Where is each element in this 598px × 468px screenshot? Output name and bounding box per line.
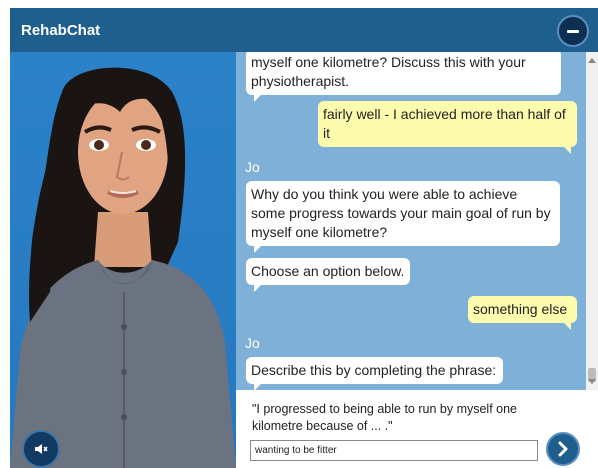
minimize-button[interactable] [557, 15, 589, 47]
scroll-up-icon[interactable] [588, 58, 596, 63]
bot-message: Choose an option below. [246, 258, 410, 292]
bot-message: Describe this by completing the phrase: [246, 357, 503, 390]
phrase-prompt: "I progressed to being able to run by my… [252, 402, 518, 433]
chevron-right-icon [558, 441, 568, 457]
chat-transcript: myself one kilometre? Discuss this with … [236, 52, 586, 390]
mute-button[interactable] [22, 430, 60, 468]
bot-message: Why do you think you were able to achiev… [246, 181, 560, 253]
chat-scrollbar[interactable] [586, 52, 598, 390]
minimize-icon [567, 29, 579, 33]
avatar-panel [10, 52, 236, 468]
speaker-muted-icon [35, 444, 48, 454]
composer: "I progressed to being able to run by my… [236, 390, 598, 468]
reply-input[interactable] [250, 440, 538, 461]
sender-label: Jo [245, 335, 260, 351]
user-message: fairly well - I achieved more than half … [318, 101, 577, 154]
send-button[interactable] [546, 432, 580, 466]
chat-header: RehabChat [10, 8, 598, 52]
sender-label: Jo [245, 159, 260, 175]
scroll-down-icon[interactable] [588, 379, 596, 384]
avatar-image [10, 67, 236, 468]
app-title: RehabChat [21, 21, 101, 39]
bot-message: myself one kilometre? Discuss this with … [246, 52, 561, 102]
user-message: something else [468, 296, 577, 330]
rehabchat-window: RehabChat myself one kilometre? Discuss … [10, 8, 598, 468]
